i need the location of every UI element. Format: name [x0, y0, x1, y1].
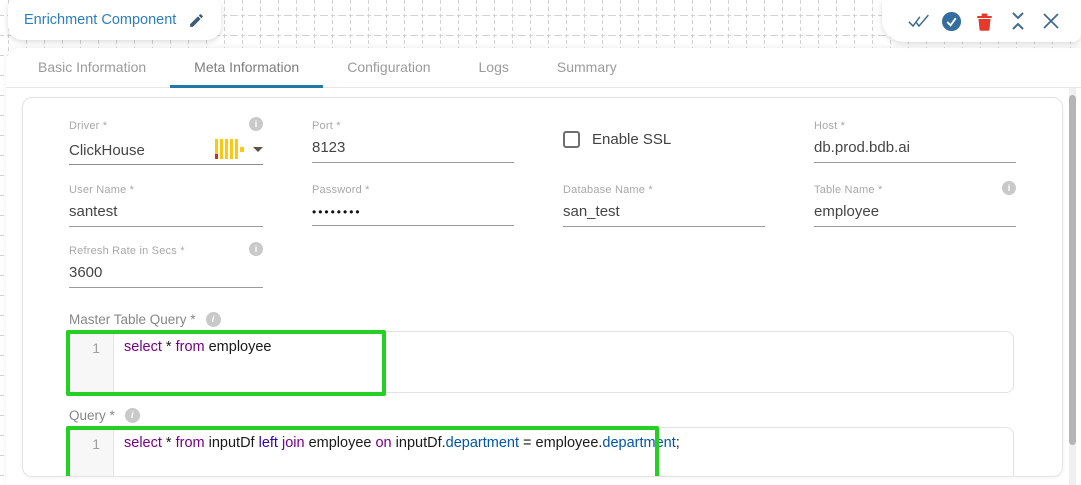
- close-icon[interactable]: [1034, 6, 1067, 36]
- query-label: Query *: [69, 408, 115, 423]
- password-field: Password *: [312, 184, 514, 227]
- driver-label: Driver *: [69, 120, 108, 132]
- password-input[interactable]: [312, 205, 514, 226]
- user-name-field: User Name *: [69, 184, 263, 227]
- master-table-query-code[interactable]: select * from employee: [114, 332, 1013, 392]
- component-title: Enrichment Component: [24, 12, 177, 28]
- host-input[interactable]: [814, 139, 1016, 163]
- port-input[interactable]: [312, 139, 514, 163]
- enable-ssl-label: Enable SSL: [592, 131, 672, 148]
- query-editor[interactable]: 1 select * from inputDf left join employ…: [66, 426, 1014, 476]
- enrichment-component-dialog: Enrichment Component Basic Information M…: [0, 0, 1081, 485]
- table-name-label: Table Name *: [814, 184, 883, 196]
- refresh-rate-input[interactable]: [69, 264, 263, 288]
- driver-dropdown-caret-icon[interactable]: [253, 147, 263, 152]
- clickhouse-logo-icon: [215, 139, 244, 159]
- query-code[interactable]: select * from inputDf left join employee…: [114, 428, 1013, 476]
- table-name-field: Table Name * i: [814, 181, 1016, 227]
- vertical-scrollbar-thumb[interactable]: [1069, 95, 1076, 445]
- line-number: 1: [70, 332, 114, 392]
- port-field: Port *: [312, 120, 514, 165]
- refresh-rate-info-icon[interactable]: i: [249, 242, 263, 256]
- meta-information-panel: Basic Information Meta Information Confi…: [6, 48, 1081, 485]
- enable-ssl-checkbox[interactable]: [563, 131, 580, 148]
- query-label-row: Query * i: [69, 408, 1015, 423]
- master-table-query-info-icon[interactable]: i: [205, 312, 221, 327]
- collapse-vertical-icon[interactable]: [1001, 6, 1034, 36]
- line-number: 1: [70, 428, 114, 476]
- refresh-rate-field: Refresh Rate in Secs * i: [69, 242, 263, 288]
- component-title-pill: Enrichment Component: [8, 0, 222, 40]
- table-name-input[interactable]: [814, 203, 1016, 227]
- tab-logs[interactable]: Logs: [455, 47, 533, 87]
- driver-value: ClickHouse: [69, 142, 145, 159]
- tab-meta-information[interactable]: Meta Information: [170, 47, 324, 88]
- table-name-info-icon[interactable]: i: [1002, 181, 1016, 195]
- meta-information-form-card: Driver * i ClickHouse Port * 8123 Enable…: [22, 97, 1063, 477]
- master-table-query-label: Master Table Query *: [69, 312, 196, 327]
- driver-info-icon[interactable]: i: [249, 117, 263, 131]
- tab-bar: Basic Information Meta Information Confi…: [6, 48, 1081, 88]
- apply-check-circle-icon[interactable]: [935, 6, 968, 36]
- database-name-input[interactable]: [563, 203, 765, 227]
- component-action-toolbar: [882, 0, 1081, 42]
- tab-summary[interactable]: Summary: [533, 47, 641, 87]
- tab-basic-information[interactable]: Basic Information: [14, 47, 170, 87]
- password-label: Password *: [312, 184, 370, 196]
- tab-configuration[interactable]: Configuration: [323, 47, 454, 87]
- driver-field: Driver * i ClickHouse: [69, 117, 263, 165]
- host-field: Host *: [814, 120, 1016, 165]
- user-name-label: User Name *: [69, 184, 135, 196]
- query-info-icon[interactable]: i: [124, 408, 140, 423]
- master-table-query-editor[interactable]: 1 select * from employee: [66, 330, 1014, 396]
- edit-title-pencil-icon[interactable]: [188, 12, 205, 29]
- enable-ssl-field: Enable SSL: [563, 120, 765, 165]
- user-name-input[interactable]: [69, 203, 263, 227]
- driver-select[interactable]: ClickHouse: [69, 139, 263, 165]
- database-name-label: Database Name *: [563, 184, 653, 196]
- port-label: Port *: [312, 120, 341, 132]
- validate-all-icon[interactable]: [902, 6, 935, 36]
- host-label: Host *: [814, 120, 846, 132]
- refresh-rate-label: Refresh Rate in Secs *: [69, 245, 185, 257]
- master-table-query-label-row: Master Table Query * i: [69, 312, 1015, 327]
- delete-trash-icon[interactable]: [968, 6, 1001, 36]
- database-name-field: Database Name *: [563, 184, 765, 227]
